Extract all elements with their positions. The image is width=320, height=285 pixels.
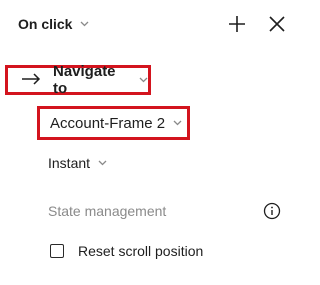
chevron-down-icon [173,120,182,126]
state-management-label: State management [48,201,166,221]
action-dropdown[interactable]: Navigate to [5,63,151,97]
reset-scroll-checkbox[interactable] [50,244,64,258]
trigger-label: On click [18,16,73,32]
add-interaction-button[interactable] [226,13,248,35]
trigger-dropdown[interactable]: On click [18,13,89,35]
chevron-down-icon [98,160,107,166]
reset-scroll-option: Reset scroll position [50,240,203,262]
close-icon [266,16,288,39]
destination-dropdown[interactable]: Account-Frame 2 [37,106,190,140]
animation-value: Instant [48,155,91,171]
plus-icon [226,16,248,39]
animation-dropdown[interactable]: Instant [48,152,107,174]
info-button[interactable] [262,201,282,221]
reset-scroll-label[interactable]: Reset scroll position [78,243,203,259]
action-label: Navigate to [53,63,116,97]
chevron-down-icon [139,77,148,83]
close-button[interactable] [266,13,288,35]
state-management-text: State management [48,203,167,219]
arrow-right-icon [21,72,41,89]
destination-value: Account-Frame 2 [50,114,166,132]
info-icon [262,202,282,225]
chevron-down-icon [80,21,89,27]
